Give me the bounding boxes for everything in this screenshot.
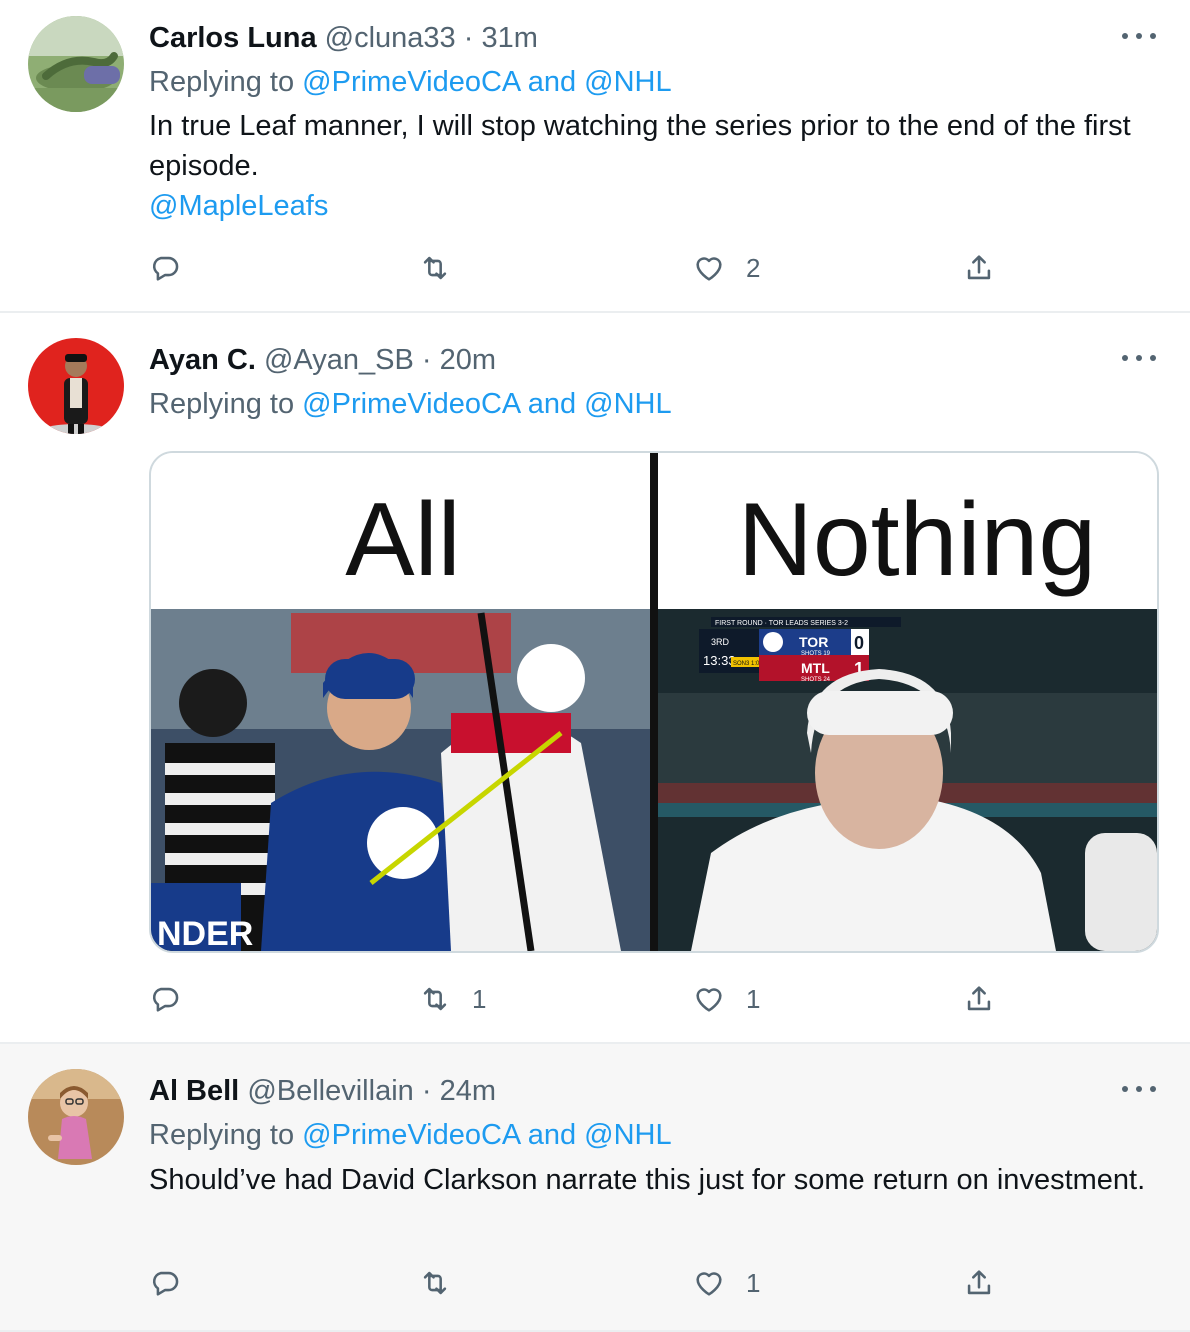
retweet-icon (423, 1271, 447, 1295)
replying-and[interactable]: and (520, 1119, 585, 1151)
share-icon (967, 986, 991, 1011)
avatar-child-image (28, 1069, 124, 1165)
meme-caption-nothing: Nothing (738, 482, 1096, 598)
replying-to: Replying to @PrimeVideoCA and @NHL (149, 386, 672, 422)
jersey-text: NDER (157, 915, 253, 951)
tweet-body: In true Leaf manner, I will stop watchin… (149, 110, 1131, 182)
replying-prefix: Replying to (149, 388, 303, 420)
tweet-media-meme[interactable]: All Nothing NDER FIRST ROUND · TOR LEADS… (149, 451, 1159, 953)
share-icon (967, 1270, 991, 1295)
reply-button[interactable] (148, 248, 182, 288)
score-team2: MTL (801, 660, 830, 676)
score-pp: SON3 1:00 (733, 661, 763, 667)
tweet-text: Should’ve had David Clarkson narrate thi… (149, 1160, 1159, 1200)
right-photo-bench: FIRST ROUND · TOR LEADS SERIES 3-2 3RD 1… (658, 609, 1157, 951)
separator: · (421, 344, 432, 376)
like-icon (696, 988, 722, 1012)
timestamp[interactable]: 24m (440, 1075, 496, 1107)
replying-to: Replying to @PrimeVideoCA and @NHL (149, 1117, 672, 1153)
user-handle[interactable]: @cluna33 (325, 22, 456, 54)
share-button[interactable] (962, 248, 996, 288)
action-bar: 1 1 (0, 979, 1190, 1019)
score-value1: 0 (854, 633, 864, 653)
mention-mapleleafs[interactable]: @MapleLeafs (149, 186, 1159, 226)
retweet-button[interactable]: 1 (418, 979, 486, 1019)
score-shots2: SHOTS 24 (801, 677, 831, 683)
tweet-carlos-luna[interactable]: Carlos Luna @cluna33 · 31m Replying to @… (0, 0, 1190, 313)
retweet-icon (423, 256, 447, 280)
tweet-text: In true Leaf manner, I will stop watchin… (149, 106, 1159, 226)
display-name[interactable]: Carlos Luna (149, 22, 317, 54)
retweet-button[interactable] (418, 248, 472, 288)
action-bar: 1 (0, 1263, 1190, 1303)
avatar[interactable] (28, 16, 124, 112)
replying-and[interactable]: and (520, 66, 585, 98)
action-bar: 2 (0, 248, 1190, 288)
meme-caption-all: All (345, 482, 461, 598)
replying-and[interactable]: and (520, 388, 585, 420)
reply-icon (152, 987, 179, 1012)
retweet-button[interactable] (418, 1263, 472, 1303)
more-icon[interactable] (1122, 352, 1156, 364)
share-icon (967, 255, 991, 280)
mention-primevideoca[interactable]: @PrimeVideoCA (302, 66, 520, 98)
tweet-al-bell[interactable]: Al Bell @Bellevillain · 24m Replying to … (0, 1044, 1190, 1332)
replying-prefix: Replying to (149, 66, 303, 98)
mention-primevideoca[interactable]: @PrimeVideoCA (302, 1119, 520, 1151)
like-count: 1 (746, 1267, 761, 1298)
meme-image: All Nothing NDER FIRST ROUND · TOR LEADS… (151, 453, 1157, 951)
retweet-icon (423, 987, 447, 1011)
like-count: 2 (746, 252, 761, 283)
reply-button[interactable] (148, 979, 182, 1019)
reply-button[interactable] (148, 1263, 182, 1303)
avatar-person-image (28, 338, 124, 434)
mention-nhl[interactable]: @NHL (584, 66, 671, 98)
mention-primevideoca[interactable]: @PrimeVideoCA (302, 388, 520, 420)
display-name[interactable]: Ayan C. (149, 344, 256, 376)
share-button[interactable] (962, 1263, 996, 1303)
timestamp[interactable]: 31m (481, 22, 537, 54)
tweet-body: Should’ve had David Clarkson narrate thi… (149, 1164, 1146, 1196)
avatar[interactable] (28, 1069, 124, 1165)
share-button[interactable] (962, 979, 996, 1019)
like-button[interactable]: 1 (692, 1263, 760, 1303)
like-icon (696, 1272, 722, 1296)
replying-prefix: Replying to (149, 1119, 303, 1151)
reply-icon (152, 256, 179, 281)
more-icon[interactable] (1122, 30, 1156, 42)
timestamp[interactable]: 20m (440, 344, 496, 376)
more-icon[interactable] (1122, 1083, 1156, 1095)
avatar-lizard-image (28, 16, 124, 112)
user-handle[interactable]: @Bellevillain (247, 1075, 413, 1107)
reply-icon (152, 1271, 179, 1296)
like-icon (696, 257, 722, 281)
replying-to: Replying to @PrimeVideoCA and @NHL (149, 64, 672, 100)
separator: · (421, 1075, 432, 1107)
tweet-header: Carlos Luna @cluna33 · 31m (149, 20, 538, 56)
display-name[interactable]: Al Bell (149, 1075, 239, 1107)
avatar[interactable] (28, 338, 124, 434)
mention-nhl[interactable]: @NHL (584, 1119, 671, 1151)
score-round: FIRST ROUND · TOR LEADS SERIES 3-2 (715, 620, 848, 627)
score-clock: 13:33 (703, 653, 736, 668)
like-button[interactable]: 1 (692, 979, 760, 1019)
tweet-header: Al Bell @Bellevillain · 24m (149, 1073, 496, 1109)
tweet-header: Ayan C. @Ayan_SB · 20m (149, 342, 496, 378)
tweet-ayan-c[interactable]: Ayan C. @Ayan_SB · 20m Replying to @Prim… (0, 313, 1190, 1044)
score-period: 3RD (711, 637, 730, 647)
like-button[interactable]: 2 (692, 248, 760, 288)
retweet-count: 1 (472, 983, 487, 1014)
user-handle[interactable]: @Ayan_SB (264, 344, 414, 376)
left-photo-celebration: NDER (151, 609, 650, 951)
mention-nhl[interactable]: @NHL (584, 388, 671, 420)
like-count: 1 (746, 983, 761, 1014)
score-team1: TOR (799, 634, 828, 650)
separator: · (463, 22, 474, 54)
